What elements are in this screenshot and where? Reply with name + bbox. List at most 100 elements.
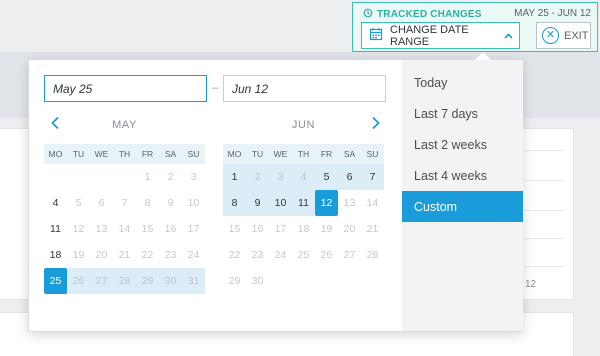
calendar-day-selected-start[interactable]: 25 <box>44 268 67 294</box>
calendar-day: 27 <box>343 249 356 261</box>
preset-last-7-days[interactable]: Last 7 days <box>402 98 523 129</box>
calendar-day-in-range[interactable]: 10 <box>269 190 292 216</box>
calendar-day-in-range[interactable]: 8 <box>223 190 246 216</box>
background-divider <box>524 266 564 267</box>
calendar-day: 14 <box>366 197 379 209</box>
calendar-day: 19 <box>72 249 85 261</box>
calendar-day: 16 <box>164 223 177 235</box>
calendar-day: 8 <box>144 197 151 209</box>
calendar-day: 14 <box>118 223 131 235</box>
calendar-day: 20 <box>95 249 108 261</box>
calendar-day: 22 <box>141 249 154 261</box>
calendar-day: 18 <box>297 223 310 235</box>
calendar-day: 12 <box>72 223 85 235</box>
weekday-header-jun: MO TU WE TH FR SA SU <box>223 144 384 164</box>
preset-last-2-weeks[interactable]: Last 2 weeks <box>402 129 523 160</box>
weekday-label: SA <box>159 144 182 164</box>
calendar-day: 13 <box>95 223 108 235</box>
calendar-day: 24 <box>187 249 200 261</box>
weekday-label: WE <box>269 144 292 164</box>
calendar-day-in-range[interactable]: 7 <box>361 164 384 190</box>
calendar-day: 28 <box>366 249 379 261</box>
calendar-day-in-range: 28 <box>113 268 136 294</box>
month-title-may: MAY <box>112 119 137 131</box>
weekday-label: TU <box>246 144 269 164</box>
calendar-day-in-range: 4 <box>292 164 315 190</box>
tracked-date-range: MAY 25 - JUN 12 <box>514 8 591 19</box>
background-divider <box>524 210 564 211</box>
weekday-label: TH <box>292 144 315 164</box>
calendar-grid-may: 1 2 3 4 5 6 7 8 9 10 11 12 13 14 15 16 1… <box>44 164 205 294</box>
background-divider <box>524 238 564 239</box>
calendar-day-in-range: 27 <box>90 268 113 294</box>
weekday-label: TU <box>67 144 90 164</box>
weekday-label: FR <box>136 144 159 164</box>
change-date-range-label: CHANGE DATE RANGE <box>390 23 469 48</box>
calendar-day-in-range: 30 <box>159 268 182 294</box>
calendar-day-empty <box>67 164 90 190</box>
calendar-day: 2 <box>167 171 174 183</box>
calendar-day: 24 <box>274 249 287 261</box>
calendar-day: 25 <box>297 249 310 261</box>
weekday-label: TH <box>113 144 136 164</box>
preset-range-list: Today Last 7 days Last 2 weeks Last 4 we… <box>402 60 523 331</box>
calendar-day: 23 <box>251 249 264 261</box>
calendar-day: 17 <box>187 223 200 235</box>
date-range-popup: – MAY JUN MO TU WE TH FR SA SU MO TU WE … <box>28 59 523 332</box>
calendar-day: 7 <box>121 197 128 209</box>
month-title-jun: JUN <box>291 119 316 131</box>
calendar-day-empty <box>90 164 113 190</box>
calendar-day-in-range: 26 <box>67 268 90 294</box>
weekday-label: SU <box>361 144 384 164</box>
calendar-day: 23 <box>164 249 177 261</box>
preset-today[interactable]: Today <box>402 67 523 98</box>
calendar-day: 1 <box>144 171 151 183</box>
calendar-day: 21 <box>366 223 379 235</box>
calendar-day-in-range[interactable]: 5 <box>315 164 338 190</box>
history-icon <box>363 8 373 21</box>
calendar-day: 6 <box>98 197 105 209</box>
calendar-day: 20 <box>343 223 356 235</box>
preset-custom[interactable]: Custom <box>402 191 523 222</box>
weekday-label: FR <box>315 144 338 164</box>
calendar-day[interactable]: 11 <box>44 216 67 242</box>
calendar-day-in-range[interactable]: 9 <box>246 190 269 216</box>
calendar-day: 10 <box>187 197 200 209</box>
calendar-day: 5 <box>75 197 82 209</box>
close-icon: ✕ <box>542 27 559 44</box>
calendar-day: 17 <box>274 223 287 235</box>
preset-last-4-weeks[interactable]: Last 4 weeks <box>402 160 523 191</box>
change-date-range-button[interactable]: CHANGE DATE RANGE <box>361 22 520 49</box>
calendar-day-in-range: 29 <box>136 268 159 294</box>
background-divider <box>524 150 564 151</box>
end-date-input[interactable] <box>223 75 386 102</box>
calendar-day-empty <box>44 164 67 190</box>
chevron-up-icon <box>504 30 513 42</box>
calendar-day: 30 <box>251 275 264 287</box>
weekday-label: MO <box>223 144 246 164</box>
start-date-input[interactable] <box>44 75 207 102</box>
calendar-day-in-range: 3 <box>269 164 292 190</box>
calendar-day-in-range[interactable]: 1 <box>223 164 246 190</box>
calendar-day: 15 <box>228 223 241 235</box>
calendar-day: 26 <box>320 249 333 261</box>
calendar-day: 3 <box>190 171 197 183</box>
calendar-day[interactable]: 18 <box>44 242 67 268</box>
calendar-icon <box>369 27 383 44</box>
exit-button[interactable]: ✕ EXIT <box>536 22 591 49</box>
calendar-day: 15 <box>141 223 154 235</box>
weekday-header-may: MO TU WE TH FR SA SU <box>44 144 205 164</box>
weekday-label: SA <box>338 144 361 164</box>
calendar-day: 29 <box>228 275 241 287</box>
calendar-day-selected-end[interactable]: 12 <box>315 190 338 216</box>
tracked-changes-header: TRACKED CHANGES <box>363 8 482 21</box>
calendar-day[interactable]: 4 <box>44 190 67 216</box>
weekday-label: SU <box>182 144 205 164</box>
background-divider <box>524 180 564 181</box>
calendar-day-in-range[interactable]: 6 <box>338 164 361 190</box>
calendar-day-in-range[interactable]: 11 <box>292 190 315 216</box>
calendar-day: 16 <box>251 223 264 235</box>
calendar-grid-jun: 1 2 3 4 5 6 7 8 9 10 11 12 13 14 15 16 1… <box>223 164 384 294</box>
calendar-day-in-range: 2 <box>246 164 269 190</box>
calendar-day: 9 <box>167 197 174 209</box>
